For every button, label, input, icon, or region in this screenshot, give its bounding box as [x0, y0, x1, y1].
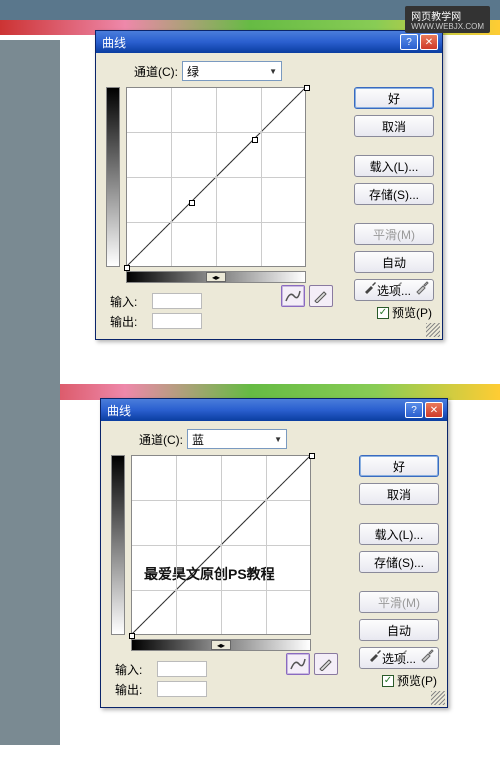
cancel-button[interactable]: 取消 [354, 115, 434, 137]
chevron-down-icon: ▼ [274, 435, 282, 444]
input-field[interactable] [152, 293, 202, 309]
eyedropper-gray[interactable] [391, 645, 411, 665]
watermark-badge: 网页教学网 WWW.WEBJX.COM [405, 6, 490, 33]
smooth-button: 平滑(M) [354, 223, 434, 245]
eyedropper-white[interactable] [417, 645, 437, 665]
horizontal-gradient[interactable]: ◂▸ [126, 271, 306, 283]
save-button[interactable]: 存储(S)... [359, 551, 439, 573]
eyedropper-black[interactable] [365, 645, 385, 665]
resize-grip[interactable] [426, 323, 440, 337]
preview-checkbox[interactable]: ✓ [377, 307, 389, 319]
pencil-draw-button[interactable] [309, 285, 333, 307]
curve-point[interactable] [309, 453, 315, 459]
preview-checkbox[interactable]: ✓ [382, 675, 394, 687]
dialog-title: 曲线 [100, 34, 398, 51]
titlebar[interactable]: 曲线 ? ✕ [96, 31, 442, 53]
ok-button[interactable]: 好 [354, 87, 434, 109]
cancel-button[interactable]: 取消 [359, 483, 439, 505]
preview-label: 预览(P) [397, 672, 437, 689]
titlebar[interactable]: 曲线 ? ✕ [101, 399, 447, 421]
curve-icon [290, 657, 306, 671]
input-label: 输入: [115, 661, 155, 678]
curve-point[interactable] [252, 137, 258, 143]
curve-grid[interactable]: 最爱昊文原创PS教程 [131, 455, 311, 635]
output-label: 输出: [110, 313, 150, 330]
help-button[interactable]: ? [400, 34, 418, 50]
input-label: 输入: [110, 293, 150, 310]
save-button[interactable]: 存储(S)... [354, 183, 434, 205]
pencil-icon [318, 657, 334, 671]
eyedropper-white[interactable] [412, 277, 432, 297]
gradient-handle[interactable]: ◂▸ [206, 272, 226, 282]
input-field[interactable] [157, 661, 207, 677]
load-button[interactable]: 载入(L)... [354, 155, 434, 177]
channel-value: 蓝 [192, 431, 204, 448]
curve-draw-button[interactable] [286, 653, 310, 675]
curve-point[interactable] [189, 200, 195, 206]
channel-select[interactable]: 蓝 ▼ [187, 429, 287, 449]
resize-grip[interactable] [431, 691, 445, 705]
eyedropper-gray[interactable] [386, 277, 406, 297]
auto-button[interactable]: 自动 [359, 619, 439, 641]
preview-label: 预览(P) [392, 304, 432, 321]
load-button[interactable]: 载入(L)... [359, 523, 439, 545]
curves-dialog-blue: 曲线 ? ✕ 通道(C): 蓝 ▼ 最爱昊文原创PS教程 [100, 398, 448, 708]
channel-label: 通道(C): [139, 431, 183, 448]
ok-button[interactable]: 好 [359, 455, 439, 477]
pencil-icon [313, 289, 329, 303]
close-button[interactable]: ✕ [420, 34, 438, 50]
channel-label: 通道(C): [134, 63, 178, 80]
channel-select[interactable]: 绿 ▼ [182, 61, 282, 81]
horizontal-gradient[interactable]: ◂▸ [131, 639, 311, 651]
curve-point[interactable] [304, 85, 310, 91]
output-field[interactable] [152, 313, 202, 329]
dialog-title: 曲线 [105, 402, 403, 419]
curve-icon [285, 289, 301, 303]
help-button[interactable]: ? [405, 402, 423, 418]
curve-grid[interactable] [126, 87, 306, 267]
eyedropper-black[interactable] [360, 277, 380, 297]
vertical-gradient [106, 87, 120, 267]
vertical-gradient [111, 455, 125, 635]
output-field[interactable] [157, 681, 207, 697]
smooth-button: 平滑(M) [359, 591, 439, 613]
output-label: 输出: [115, 681, 155, 698]
pencil-draw-button[interactable] [314, 653, 338, 675]
channel-value: 绿 [187, 63, 199, 80]
gradient-handle[interactable]: ◂▸ [211, 640, 231, 650]
watermark-sub: WWW.WEBJX.COM [411, 23, 484, 31]
auto-button[interactable]: 自动 [354, 251, 434, 273]
chevron-down-icon: ▼ [269, 67, 277, 76]
curves-dialog-green: 曲线 ? ✕ 通道(C): 绿 ▼ [95, 30, 443, 340]
close-button[interactable]: ✕ [425, 402, 443, 418]
curve-draw-button[interactable] [281, 285, 305, 307]
